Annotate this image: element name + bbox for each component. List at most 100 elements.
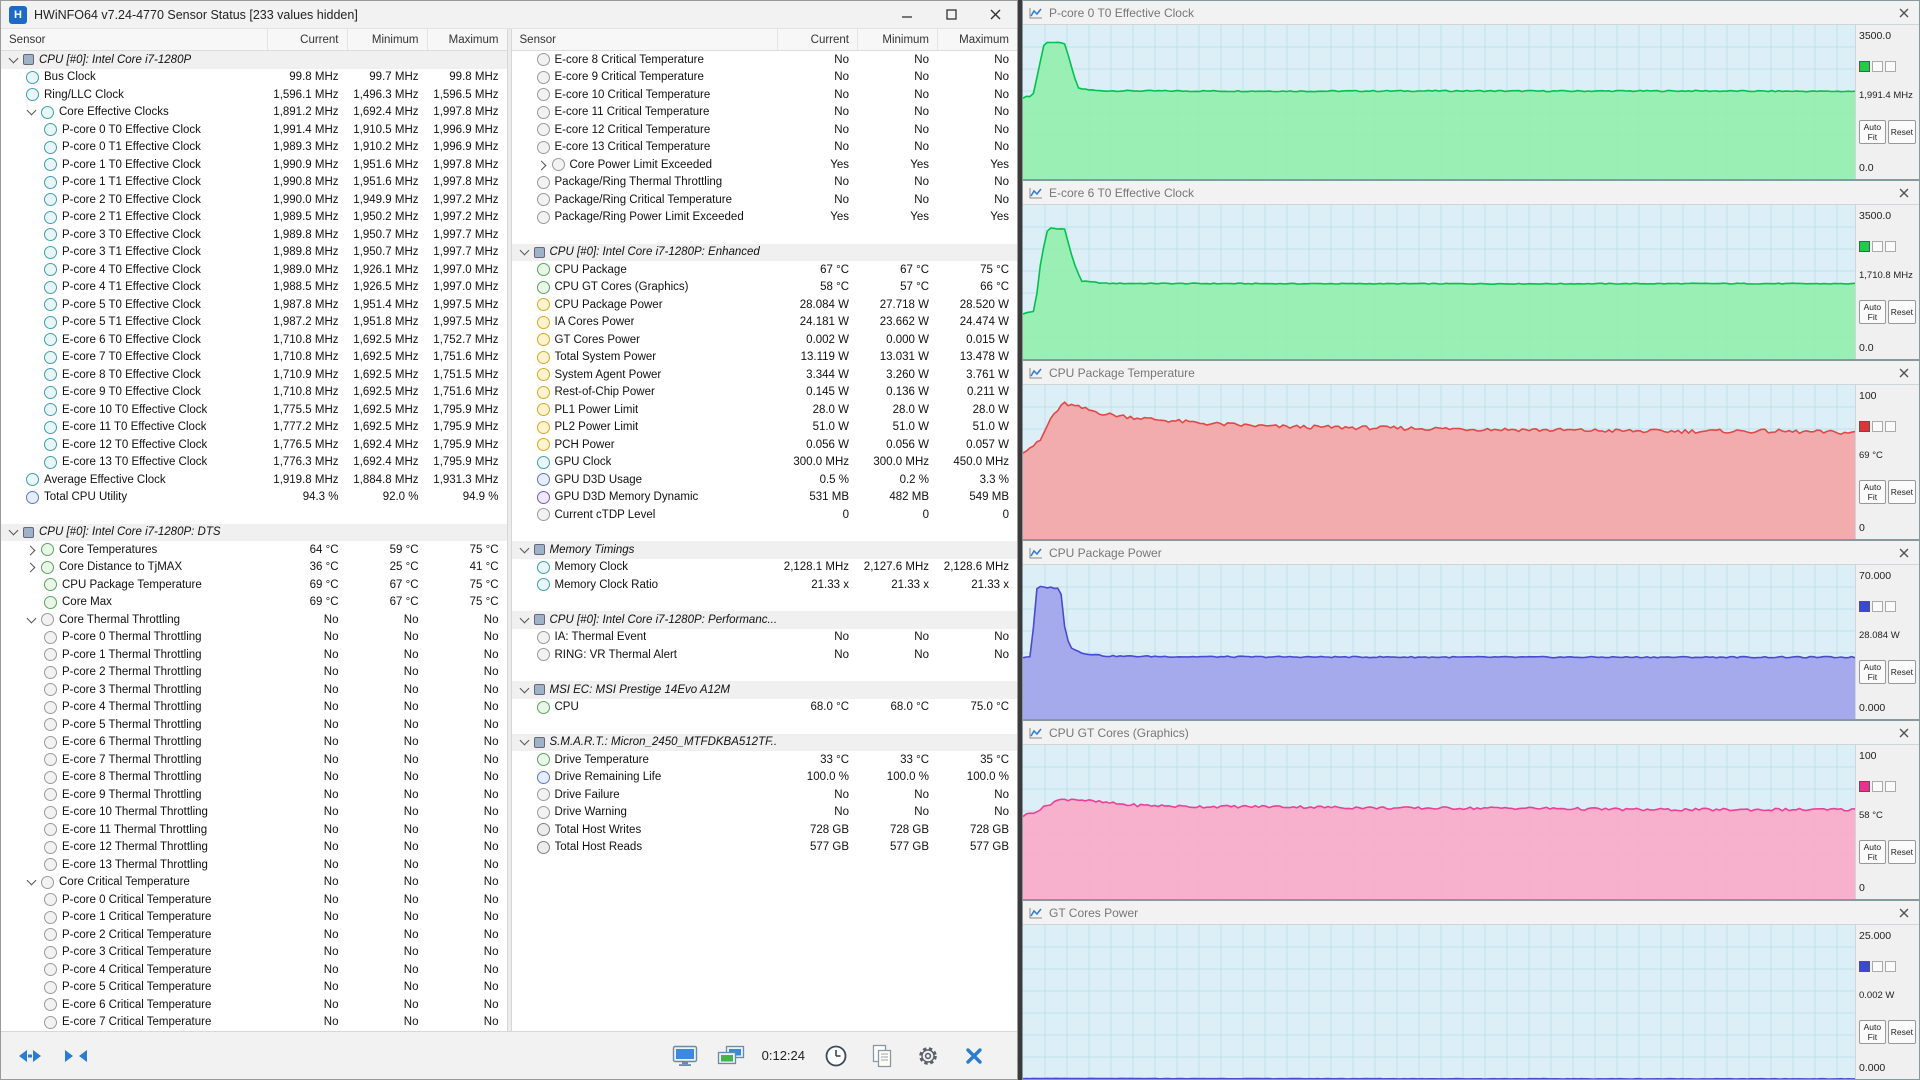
column-header-maximum[interactable]: Maximum xyxy=(426,29,507,50)
graph-titlebar[interactable]: E-core 6 T0 Effective Clock xyxy=(1023,181,1919,205)
collapse-arrow-icon[interactable] xyxy=(25,875,40,889)
sensor-row[interactable]: P-core 4 T0 Effective Clock 1,989.0 MHz 1,… xyxy=(1,261,507,279)
sensor-row[interactable]: P-core 5 T1 Effective Clock 1,987.2 MHz 1,… xyxy=(1,314,507,332)
graph-option-button-1[interactable] xyxy=(1872,780,1883,792)
sensor-group-row[interactable]: Memory Timings xyxy=(511,541,1017,559)
graph-color-swatch[interactable] xyxy=(1859,780,1870,792)
sensor-row[interactable]: E-core 6 Critical Temperature No No No xyxy=(1,996,507,1014)
sensor-row[interactable]: CPU Package Power 28.084 W 27.718 W 28.520 … xyxy=(512,296,1018,314)
sensor-row[interactable]: Memory Clock 2,128.1 MHz 2,127.6 MHz 2,128.… xyxy=(512,559,1018,577)
sensor-row[interactable]: Current cTDP Level 0 0 0 xyxy=(512,506,1018,524)
graph-color-swatch[interactable] xyxy=(1859,960,1870,972)
sensor-row[interactable]: E-core 7 Thermal Throttling No No No xyxy=(1,751,507,769)
sensor-row[interactable]: Core Thermal Throttling No No No xyxy=(1,611,507,629)
column-header-minimum[interactable]: Minimum xyxy=(346,29,427,50)
sensor-row[interactable]: E-core 6 Thermal Throttling No No No xyxy=(1,734,507,752)
sensor-row[interactable]: CPU Package 67 °C 67 °C 75 °C xyxy=(512,261,1018,279)
sensor-row[interactable]: E-core 10 Thermal Throttling No No No xyxy=(1,804,507,822)
sensor-row[interactable]: P-core 2 T0 Effective Clock 1,990.0 MHz 1,… xyxy=(1,191,507,209)
graph-color-swatch[interactable] xyxy=(1859,60,1870,72)
sensor-row[interactable]: E-core 6 T0 Effective Clock 1,710.8 MHz 1,… xyxy=(1,331,507,349)
clock-button[interactable] xyxy=(817,1038,855,1074)
sensor-row[interactable]: E-core 10 Critical Temperature No No No xyxy=(512,86,1018,104)
remote-monitor-button[interactable] xyxy=(666,1038,704,1074)
graph-option-button-2[interactable] xyxy=(1885,240,1896,252)
expand-arrow-icon[interactable] xyxy=(25,543,40,557)
sensor-row[interactable]: Rest-of-Chip Power 0.145 W 0.136 W 0.211 W xyxy=(512,384,1018,402)
sensor-row[interactable]: E-core 8 T0 Effective Clock 1,710.9 MHz 1,… xyxy=(1,366,507,384)
sensor-row[interactable]: Core Critical Temperature No No No xyxy=(1,874,507,892)
column-header-minimum[interactable]: Minimum xyxy=(857,29,937,50)
sensor-row[interactable]: P-core 0 T0 Effective Clock 1,991.4 MHz 1,… xyxy=(1,121,507,139)
nav-expand-columns-button[interactable] xyxy=(11,1038,49,1074)
sensor-row[interactable]: Core Effective Clocks 1,891.2 MHz 1,692.4 … xyxy=(1,104,507,122)
sensor-row[interactable]: E-core 8 Critical Temperature No No No xyxy=(512,51,1018,69)
sensor-row[interactable]: E-core 11 Critical Temperature No No No xyxy=(512,104,1018,122)
collapse-arrow-icon[interactable] xyxy=(25,105,40,119)
graph-titlebar[interactable]: GT Cores Power xyxy=(1023,901,1919,925)
sensor-row[interactable]: Package/Ring Critical Temperature No No No xyxy=(512,191,1018,209)
sensor-row[interactable]: Total Host Reads 577 GB 577 GB 577 GB xyxy=(512,839,1018,857)
graph-close-button[interactable] xyxy=(1891,541,1917,564)
sensor-row[interactable]: RING: VR Thermal Alert No No No xyxy=(512,646,1018,664)
auto-fit-button[interactable]: Auto Fit xyxy=(1859,659,1886,684)
graph-titlebar[interactable]: CPU Package Temperature xyxy=(1023,361,1919,385)
sensor-row[interactable]: E-core 12 Thermal Throttling No No No xyxy=(1,839,507,857)
sensor-row[interactable]: P-core 0 Thermal Throttling No No No xyxy=(1,629,507,647)
sensor-row[interactable]: Drive Temperature 33 °C 33 °C 35 °C xyxy=(512,751,1018,769)
sensor-row[interactable]: PL2 Power Limit 51.0 W 51.0 W 51.0 W xyxy=(512,419,1018,437)
reset-button[interactable]: Reset xyxy=(1887,479,1916,504)
collapse-arrow-icon[interactable] xyxy=(518,613,533,627)
sensor-row[interactable]: P-core 5 Thermal Throttling No No No xyxy=(1,716,507,734)
sensor-row[interactable]: Total CPU Utility 94.3 % 92.0 % 94.9 % xyxy=(1,489,507,507)
sensor-row[interactable]: Total Host Writes 728 GB 728 GB 728 GB xyxy=(512,821,1018,839)
graph-titlebar[interactable]: P-core 0 T0 Effective Clock xyxy=(1023,1,1919,25)
sensor-row[interactable]: P-core 5 Critical Temperature No No No xyxy=(1,979,507,997)
sensor-row[interactable]: Core Power Limit Exceeded Yes Yes Yes xyxy=(512,156,1018,174)
sensor-row[interactable]: P-core 3 T1 Effective Clock 1,989.8 MHz 1,… xyxy=(1,244,507,262)
sensor-row[interactable]: E-core 10 T0 Effective Clock 1,775.5 MHz 1… xyxy=(1,401,507,419)
sensor-group-row[interactable]: CPU [#0]: Intel Core i7-1280P: Enhanced xyxy=(511,243,1017,261)
graph-close-button[interactable] xyxy=(1891,181,1917,204)
sensor-row[interactable]: P-core 1 T1 Effective Clock 1,990.8 MHz 1,… xyxy=(1,174,507,192)
sensor-row[interactable]: IA Cores Power 24.181 W 23.662 W 24.474 W xyxy=(512,314,1018,332)
sensor-row[interactable]: P-core 3 Critical Temperature No No No xyxy=(1,944,507,962)
sensor-group-row[interactable]: S.M.A.R.T.: Micron_2450_MTFDKBA512TF... xyxy=(511,733,1017,751)
sensor-row[interactable]: GPU D3D Memory Dynamic 531 MB 482 MB 549 MB xyxy=(512,489,1018,507)
collapse-arrow-icon[interactable] xyxy=(518,245,533,259)
reset-button[interactable]: Reset xyxy=(1887,659,1916,684)
sensor-row[interactable]: P-core 1 T0 Effective Clock 1,990.9 MHz 1,… xyxy=(1,156,507,174)
minimize-button[interactable] xyxy=(885,1,929,28)
sensor-row[interactable]: E-core 7 Critical Temperature No No No xyxy=(1,1014,507,1032)
sensor-row[interactable]: CPU 68.0 °C 68.0 °C 75.0 °C xyxy=(512,699,1018,717)
sensor-row[interactable]: PL1 Power Limit 28.0 W 28.0 W 28.0 W xyxy=(512,401,1018,419)
column-header-sensor[interactable]: Sensor xyxy=(512,29,778,50)
sensor-row[interactable]: CPU Package Temperature 69 °C 67 °C 75 °C xyxy=(1,576,507,594)
sensor-group-row[interactable]: MSI EC: MSI Prestige 14Evo A12M xyxy=(511,681,1017,699)
graph-close-button[interactable] xyxy=(1891,721,1917,744)
auto-fit-button[interactable]: Auto Fit xyxy=(1859,479,1886,504)
sensor-row[interactable]: E-core 13 Thermal Throttling No No No xyxy=(1,856,507,874)
graph-color-swatch[interactable] xyxy=(1859,420,1870,432)
sensor-row[interactable]: GT Cores Power 0.002 W 0.000 W 0.015 W xyxy=(512,331,1018,349)
column-header-current[interactable]: Current xyxy=(266,29,347,50)
sensor-row[interactable]: E-core 12 T0 Effective Clock 1,776.5 MHz 1… xyxy=(1,436,507,454)
sensor-row[interactable]: P-core 2 T1 Effective Clock 1,989.5 MHz 1,… xyxy=(1,209,507,227)
sensor-row[interactable]: Drive Failure No No No xyxy=(512,786,1018,804)
nav-collapse-columns-button[interactable] xyxy=(57,1038,95,1074)
reset-button[interactable]: Reset xyxy=(1887,119,1916,144)
sensor-row[interactable]: P-core 2 Critical Temperature No No No xyxy=(1,926,507,944)
sensor-row[interactable]: P-core 4 T1 Effective Clock 1,988.5 MHz 1,… xyxy=(1,279,507,297)
sensor-row[interactable]: P-core 1 Critical Temperature No No No xyxy=(1,909,507,927)
graph-close-button[interactable] xyxy=(1891,1,1917,24)
sensor-group-row[interactable]: CPU [#0]: Intel Core i7-1280P xyxy=(1,51,507,69)
sensor-row[interactable]: P-core 5 T0 Effective Clock 1,987.8 MHz 1,… xyxy=(1,296,507,314)
graph-titlebar[interactable]: CPU Package Power xyxy=(1023,541,1919,565)
reset-button[interactable]: Reset xyxy=(1887,1019,1916,1044)
sensor-row[interactable]: P-core 3 T0 Effective Clock 1,989.8 MHz 1,… xyxy=(1,226,507,244)
sensor-row[interactable]: E-core 9 Thermal Throttling No No No xyxy=(1,786,507,804)
sensor-row[interactable]: Core Max 69 °C 67 °C 75 °C xyxy=(1,594,507,612)
sensor-row[interactable]: E-core 11 T0 Effective Clock 1,777.2 MHz 1… xyxy=(1,419,507,437)
graph-color-swatch[interactable] xyxy=(1859,600,1870,612)
sensor-row[interactable]: GPU D3D Usage 0.5 % 0.2 % 3.3 % xyxy=(512,471,1018,489)
